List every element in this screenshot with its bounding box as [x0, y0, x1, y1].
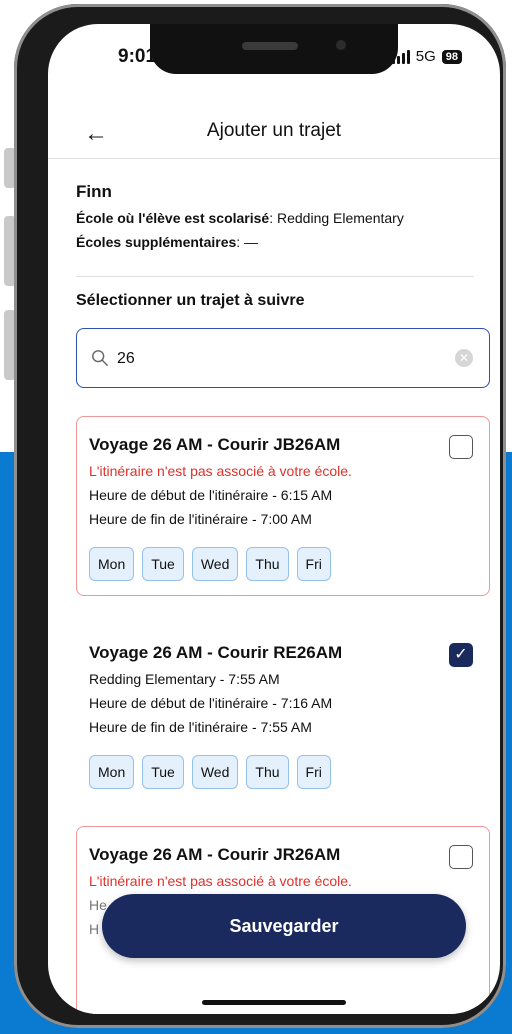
trip-card[interactable]: Voyage 26 AM - Courir RE26AM ✓ Redding E… — [76, 624, 490, 804]
trip-end-time: Heure de fin de l'itinéraire - 7:00 AM — [89, 511, 312, 527]
trip-end-time: H — [89, 921, 100, 937]
trip-start-time: Heure de début de l'itinéraire - 6:15 AM — [89, 487, 333, 503]
home-indicator — [202, 1000, 346, 1005]
day-chip-thu[interactable]: Thu — [246, 547, 289, 581]
extra-schools-label: Écoles supplémentaires — [76, 234, 237, 250]
day-chip-tue[interactable]: Tue — [142, 547, 184, 581]
trip-checkbox[interactable] — [449, 435, 473, 459]
day-chip-wed[interactable]: Wed — [191, 755, 239, 789]
section-title: Sélectionner un trajet à suivre — [76, 292, 305, 309]
trip-warning: L'itinéraire n'est pas associé à votre é… — [89, 873, 352, 889]
day-chip-fri[interactable]: Fri — [296, 755, 331, 789]
day-chip-mon[interactable]: Mon — [89, 547, 135, 581]
trip-title: Voyage 26 AM - Courir JR26AM — [89, 845, 341, 864]
save-button[interactable]: Sauvegarder — [102, 894, 466, 958]
arrow-left-icon[interactable]: ← — [84, 120, 108, 148]
search-field[interactable]: ✕ — [76, 328, 490, 388]
day-chips: Mon Tue Wed Thu Fri — [89, 547, 331, 581]
student-info: Finn École où l'élève est scolarisé: Red… — [76, 182, 476, 258]
app-screen: 9:01 5G 98 Ajouter un trajet ← Finn Écol… — [48, 24, 500, 1014]
student-name: Finn — [76, 182, 112, 201]
extra-schools-line: Écoles supplémentaires: — — [76, 234, 476, 250]
network-label: 5G — [415, 48, 436, 65]
page-title: Ajouter un trajet — [206, 120, 342, 141]
battery-icon: 98 — [441, 49, 462, 64]
search-icon — [92, 350, 108, 366]
notch — [150, 24, 398, 74]
camera-dot — [336, 40, 346, 50]
trip-end-time: Heure de fin de l'itinéraire - 7:55 AM — [89, 719, 312, 735]
trip-start-time: Heure de début de l'itinéraire - 7:16 AM — [89, 695, 333, 711]
trip-title: Voyage 26 AM - Courir RE26AM — [89, 643, 343, 662]
signal-icon — [391, 49, 410, 64]
trip-start-time: He — [89, 897, 107, 913]
clear-icon[interactable]: ✕ — [455, 349, 473, 367]
school-value: : Redding Elementary — [269, 210, 404, 226]
status-time: 9:01 — [118, 46, 157, 67]
trip-title: Voyage 26 AM - Courir JB26AM — [89, 435, 341, 454]
school-line: École où l'élève est scolarisé: Redding … — [76, 210, 476, 226]
school-label: École où l'élève est scolarisé — [76, 210, 270, 226]
divider — [76, 276, 474, 277]
app-header: Ajouter un trajet ← — [48, 108, 500, 159]
day-chip-thu[interactable]: Thu — [246, 755, 289, 789]
trip-card[interactable]: Voyage 26 AM - Courir JB26AM L'itinérair… — [76, 416, 490, 596]
trip-warning: L'itinéraire n'est pas associé à votre é… — [89, 463, 352, 479]
day-chip-tue[interactable]: Tue — [142, 755, 184, 789]
day-chip-mon[interactable]: Mon — [89, 755, 135, 789]
status-icons: 5G 98 — [391, 48, 462, 65]
speaker-grille — [242, 42, 298, 50]
phone-frame: 9:01 5G 98 Ajouter un trajet ← Finn Écol… — [14, 4, 506, 1028]
day-chip-wed[interactable]: Wed — [191, 547, 239, 581]
extra-schools-value: : — — [236, 234, 259, 250]
trip-checkbox-checked[interactable]: ✓ — [449, 643, 473, 667]
search-input[interactable] — [115, 345, 439, 373]
trip-checkbox[interactable] — [449, 845, 473, 869]
trip-school-time: Redding Elementary - 7:55 AM — [89, 671, 280, 687]
day-chips: Mon Tue Wed Thu Fri — [89, 755, 331, 789]
day-chip-fri[interactable]: Fri — [296, 547, 331, 581]
